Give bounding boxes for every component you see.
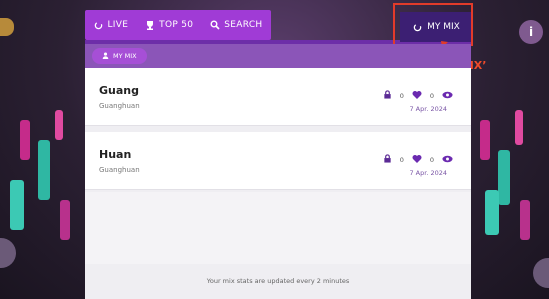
views-count: 0 bbox=[429, 91, 434, 100]
mix-entry-subtitle: Guanghuan bbox=[99, 166, 140, 174]
nav-live-label: LIVE bbox=[107, 20, 129, 30]
nav-top50[interactable]: TOP 50 bbox=[145, 20, 193, 30]
heart-icon[interactable] bbox=[412, 90, 422, 101]
nav-live[interactable]: LIVE bbox=[93, 20, 128, 30]
likes-count: 0 bbox=[399, 155, 404, 164]
likes-count: 0 bbox=[399, 91, 404, 100]
nav-top50-label: TOP 50 bbox=[159, 20, 194, 30]
eye-icon bbox=[442, 91, 453, 101]
info-button[interactable]: i bbox=[519, 20, 543, 44]
panel-header: MY MIX bbox=[85, 44, 471, 68]
mix-entry-title: Guang bbox=[99, 84, 139, 97]
views-count: 0 bbox=[429, 155, 434, 164]
lock-icon[interactable] bbox=[383, 90, 392, 101]
search-icon bbox=[210, 20, 220, 30]
top-nav: LIVE TOP 50 SEARCH bbox=[85, 10, 271, 40]
annotation-box bbox=[393, 3, 473, 46]
trophy-icon bbox=[145, 20, 155, 30]
mix-entry[interactable]: Huan Guanghuan 0 0 7 Apr. 2024 bbox=[85, 132, 471, 190]
mix-entry-stats: 0 0 bbox=[383, 154, 453, 165]
empty-area bbox=[85, 192, 471, 264]
mix-entry-title: Huan bbox=[99, 148, 132, 161]
mix-entry-date: 7 Apr. 2024 bbox=[409, 105, 447, 113]
nav-search-label: SEARCH bbox=[224, 20, 263, 30]
mix-entry[interactable]: Guang Guanghuan 0 0 7 Apr. 2024 bbox=[85, 68, 471, 126]
nav-search[interactable]: SEARCH bbox=[210, 20, 262, 30]
mix-entry-stats: 0 0 bbox=[383, 90, 453, 101]
mix-entry-date: 7 Apr. 2024 bbox=[409, 169, 447, 177]
my-mix-pill-label: MY MIX bbox=[113, 52, 137, 60]
my-mix-pill[interactable]: MY MIX bbox=[92, 48, 147, 64]
live-icon bbox=[93, 20, 103, 30]
logo bbox=[0, 18, 14, 36]
mix-entry-subtitle: Guanghuan bbox=[99, 102, 140, 110]
user-icon bbox=[102, 52, 109, 61]
lock-icon[interactable] bbox=[383, 154, 392, 165]
my-mix-panel: MY MIX Guang Guanghuan 0 0 7 Apr. 2024 H… bbox=[85, 44, 471, 299]
eye-icon bbox=[442, 155, 453, 165]
heart-icon[interactable] bbox=[412, 154, 422, 165]
stats-footer-note: Your mix stats are updated every 2 minut… bbox=[206, 277, 350, 285]
